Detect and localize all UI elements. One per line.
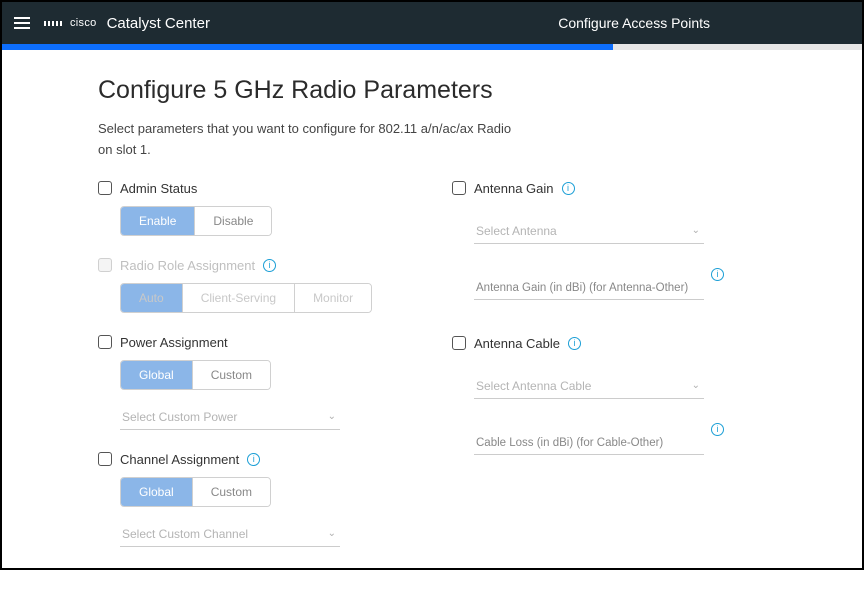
power-label: Power Assignment — [120, 335, 228, 350]
info-icon[interactable]: i — [562, 182, 575, 195]
info-icon[interactable]: i — [711, 423, 724, 436]
antenna-select-placeholder: Select Antenna — [476, 224, 557, 238]
info-icon[interactable]: i — [568, 337, 581, 350]
power-custom-button[interactable]: Custom — [193, 361, 270, 389]
antenna-select[interactable]: Select Antenna ⌄ — [474, 218, 704, 244]
channel-label: Channel Assignment — [120, 452, 239, 467]
power-select[interactable]: Select Custom Power ⌄ — [120, 404, 340, 430]
channel-global-button[interactable]: Global — [121, 478, 193, 506]
antenna-cable-label: Antenna Cable — [474, 336, 560, 351]
power-checkbox[interactable] — [98, 335, 112, 349]
product-name: Catalyst Center — [107, 15, 210, 32]
antenna-gain-input[interactable]: Antenna Gain (in dBi) (for Antenna-Other… — [474, 278, 704, 300]
antenna-gain-checkbox[interactable] — [452, 181, 466, 195]
cisco-logo-text: cisco — [70, 18, 97, 29]
power-toggle: Global Custom — [120, 360, 271, 390]
info-icon[interactable]: i — [711, 268, 724, 281]
admin-status-section: Admin Status Enable Disable — [98, 181, 412, 236]
info-icon[interactable]: i — [247, 453, 260, 466]
antenna-gain-section: Antenna Gain i Select Antenna ⌄ Antenna … — [452, 181, 766, 300]
chevron-down-icon: ⌄ — [328, 411, 336, 422]
radio-role-client-button: Client-Serving — [183, 284, 295, 312]
left-column: Admin Status Enable Disable Radio Role A… — [98, 181, 412, 569]
admin-status-toggle: Enable Disable — [120, 206, 272, 236]
radio-role-toggle: Auto Client-Serving Monitor — [120, 283, 372, 313]
page-context-title: Configure Access Points — [558, 15, 710, 31]
antenna-cable-select[interactable]: Select Antenna Cable ⌄ — [474, 373, 704, 399]
admin-status-disable-button[interactable]: Disable — [195, 207, 271, 235]
page-title: Configure 5 GHz Radio Parameters — [98, 76, 766, 105]
info-icon[interactable]: i — [263, 259, 276, 272]
power-global-button[interactable]: Global — [121, 361, 193, 389]
chevron-down-icon: ⌄ — [328, 528, 336, 539]
power-select-placeholder: Select Custom Power — [122, 410, 237, 424]
admin-status-label: Admin Status — [120, 181, 197, 196]
right-column: Antenna Gain i Select Antenna ⌄ Antenna … — [452, 181, 766, 569]
antenna-gain-label: Antenna Gain — [474, 181, 554, 196]
radio-role-section: Radio Role Assignment i Auto Client-Serv… — [98, 258, 412, 313]
page-description: Select parameters that you want to confi… — [98, 119, 528, 161]
cisco-logo-icon — [44, 21, 62, 26]
antenna-cable-checkbox[interactable] — [452, 336, 466, 350]
radio-role-label: Radio Role Assignment — [120, 258, 255, 273]
cable-loss-input[interactable]: Cable Loss (in dBi) (for Cable-Other) i — [474, 433, 704, 455]
radio-role-auto-button: Auto — [121, 284, 183, 312]
admin-status-checkbox[interactable] — [98, 181, 112, 195]
cable-select-placeholder: Select Antenna Cable — [476, 379, 591, 393]
radio-role-monitor-button: Monitor — [295, 284, 371, 312]
radio-role-checkbox — [98, 258, 112, 272]
menu-icon[interactable] — [14, 17, 30, 29]
channel-checkbox[interactable] — [98, 452, 112, 466]
chevron-down-icon: ⌄ — [692, 380, 700, 391]
channel-toggle: Global Custom — [120, 477, 271, 507]
admin-status-enable-button[interactable]: Enable — [121, 207, 195, 235]
channel-select-placeholder: Select Custom Channel — [122, 527, 248, 541]
channel-select[interactable]: Select Custom Channel ⌄ — [120, 521, 340, 547]
channel-assignment-section: Channel Assignment i Global Custom Selec… — [98, 452, 412, 547]
main-content: Configure 5 GHz Radio Parameters Select … — [2, 50, 862, 589]
app-header: cisco Catalyst Center Configure Access P… — [2, 2, 862, 44]
power-assignment-section: Power Assignment Global Custom Select Cu… — [98, 335, 412, 430]
antenna-cable-section: Antenna Cable i Select Antenna Cable ⌄ C… — [452, 336, 766, 455]
channel-custom-button[interactable]: Custom — [193, 478, 270, 506]
chevron-down-icon: ⌄ — [692, 225, 700, 236]
progress-bar — [2, 44, 862, 50]
